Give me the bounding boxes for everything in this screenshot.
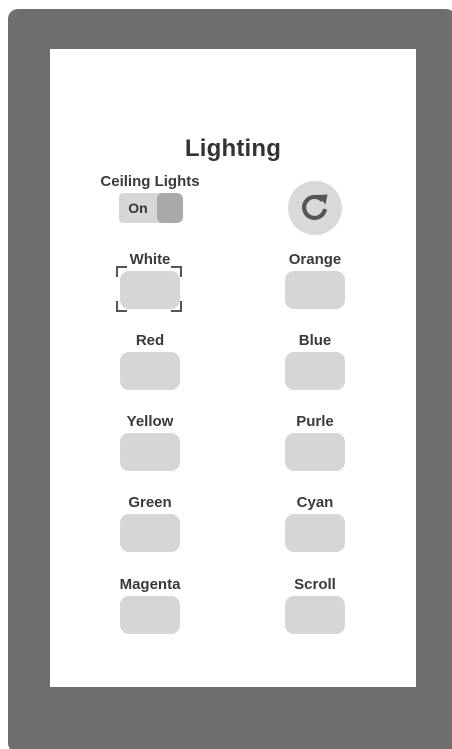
color-label-red: Red bbox=[135, 332, 165, 349]
color-button-scroll[interactable] bbox=[285, 596, 345, 634]
ceiling-lights-toggle[interactable]: On bbox=[119, 193, 183, 223]
color-label-magenta: Magenta bbox=[119, 576, 181, 593]
color-label-purle: Purle bbox=[296, 413, 334, 430]
color-button-blue[interactable] bbox=[285, 352, 345, 390]
refresh-icon bbox=[302, 194, 328, 221]
color-button-orange[interactable] bbox=[285, 271, 345, 309]
color-button-white[interactable] bbox=[120, 271, 180, 309]
color-label-green: Green bbox=[128, 494, 172, 511]
color-label-cyan: Cyan bbox=[296, 494, 334, 511]
refresh-button[interactable] bbox=[288, 181, 342, 235]
color-button-purle[interactable] bbox=[285, 433, 345, 471]
color-label-yellow: Yellow bbox=[126, 413, 174, 430]
toggle-state-label: On bbox=[128, 200, 148, 216]
color-label-scroll: Scroll bbox=[294, 576, 336, 593]
color-label-white: White bbox=[129, 251, 171, 268]
toggle-thumb[interactable] bbox=[157, 193, 183, 223]
color-button-cyan[interactable] bbox=[285, 514, 345, 552]
ceiling-lights-label: Ceiling Lights bbox=[100, 173, 200, 190]
color-button-magenta[interactable] bbox=[120, 596, 180, 634]
page-title: Lighting bbox=[184, 135, 282, 162]
color-button-red[interactable] bbox=[120, 352, 180, 390]
color-button-yellow[interactable] bbox=[120, 433, 180, 471]
color-label-orange: Orange bbox=[288, 251, 342, 268]
color-label-blue: Blue bbox=[298, 332, 332, 349]
color-button-green[interactable] bbox=[120, 514, 180, 552]
